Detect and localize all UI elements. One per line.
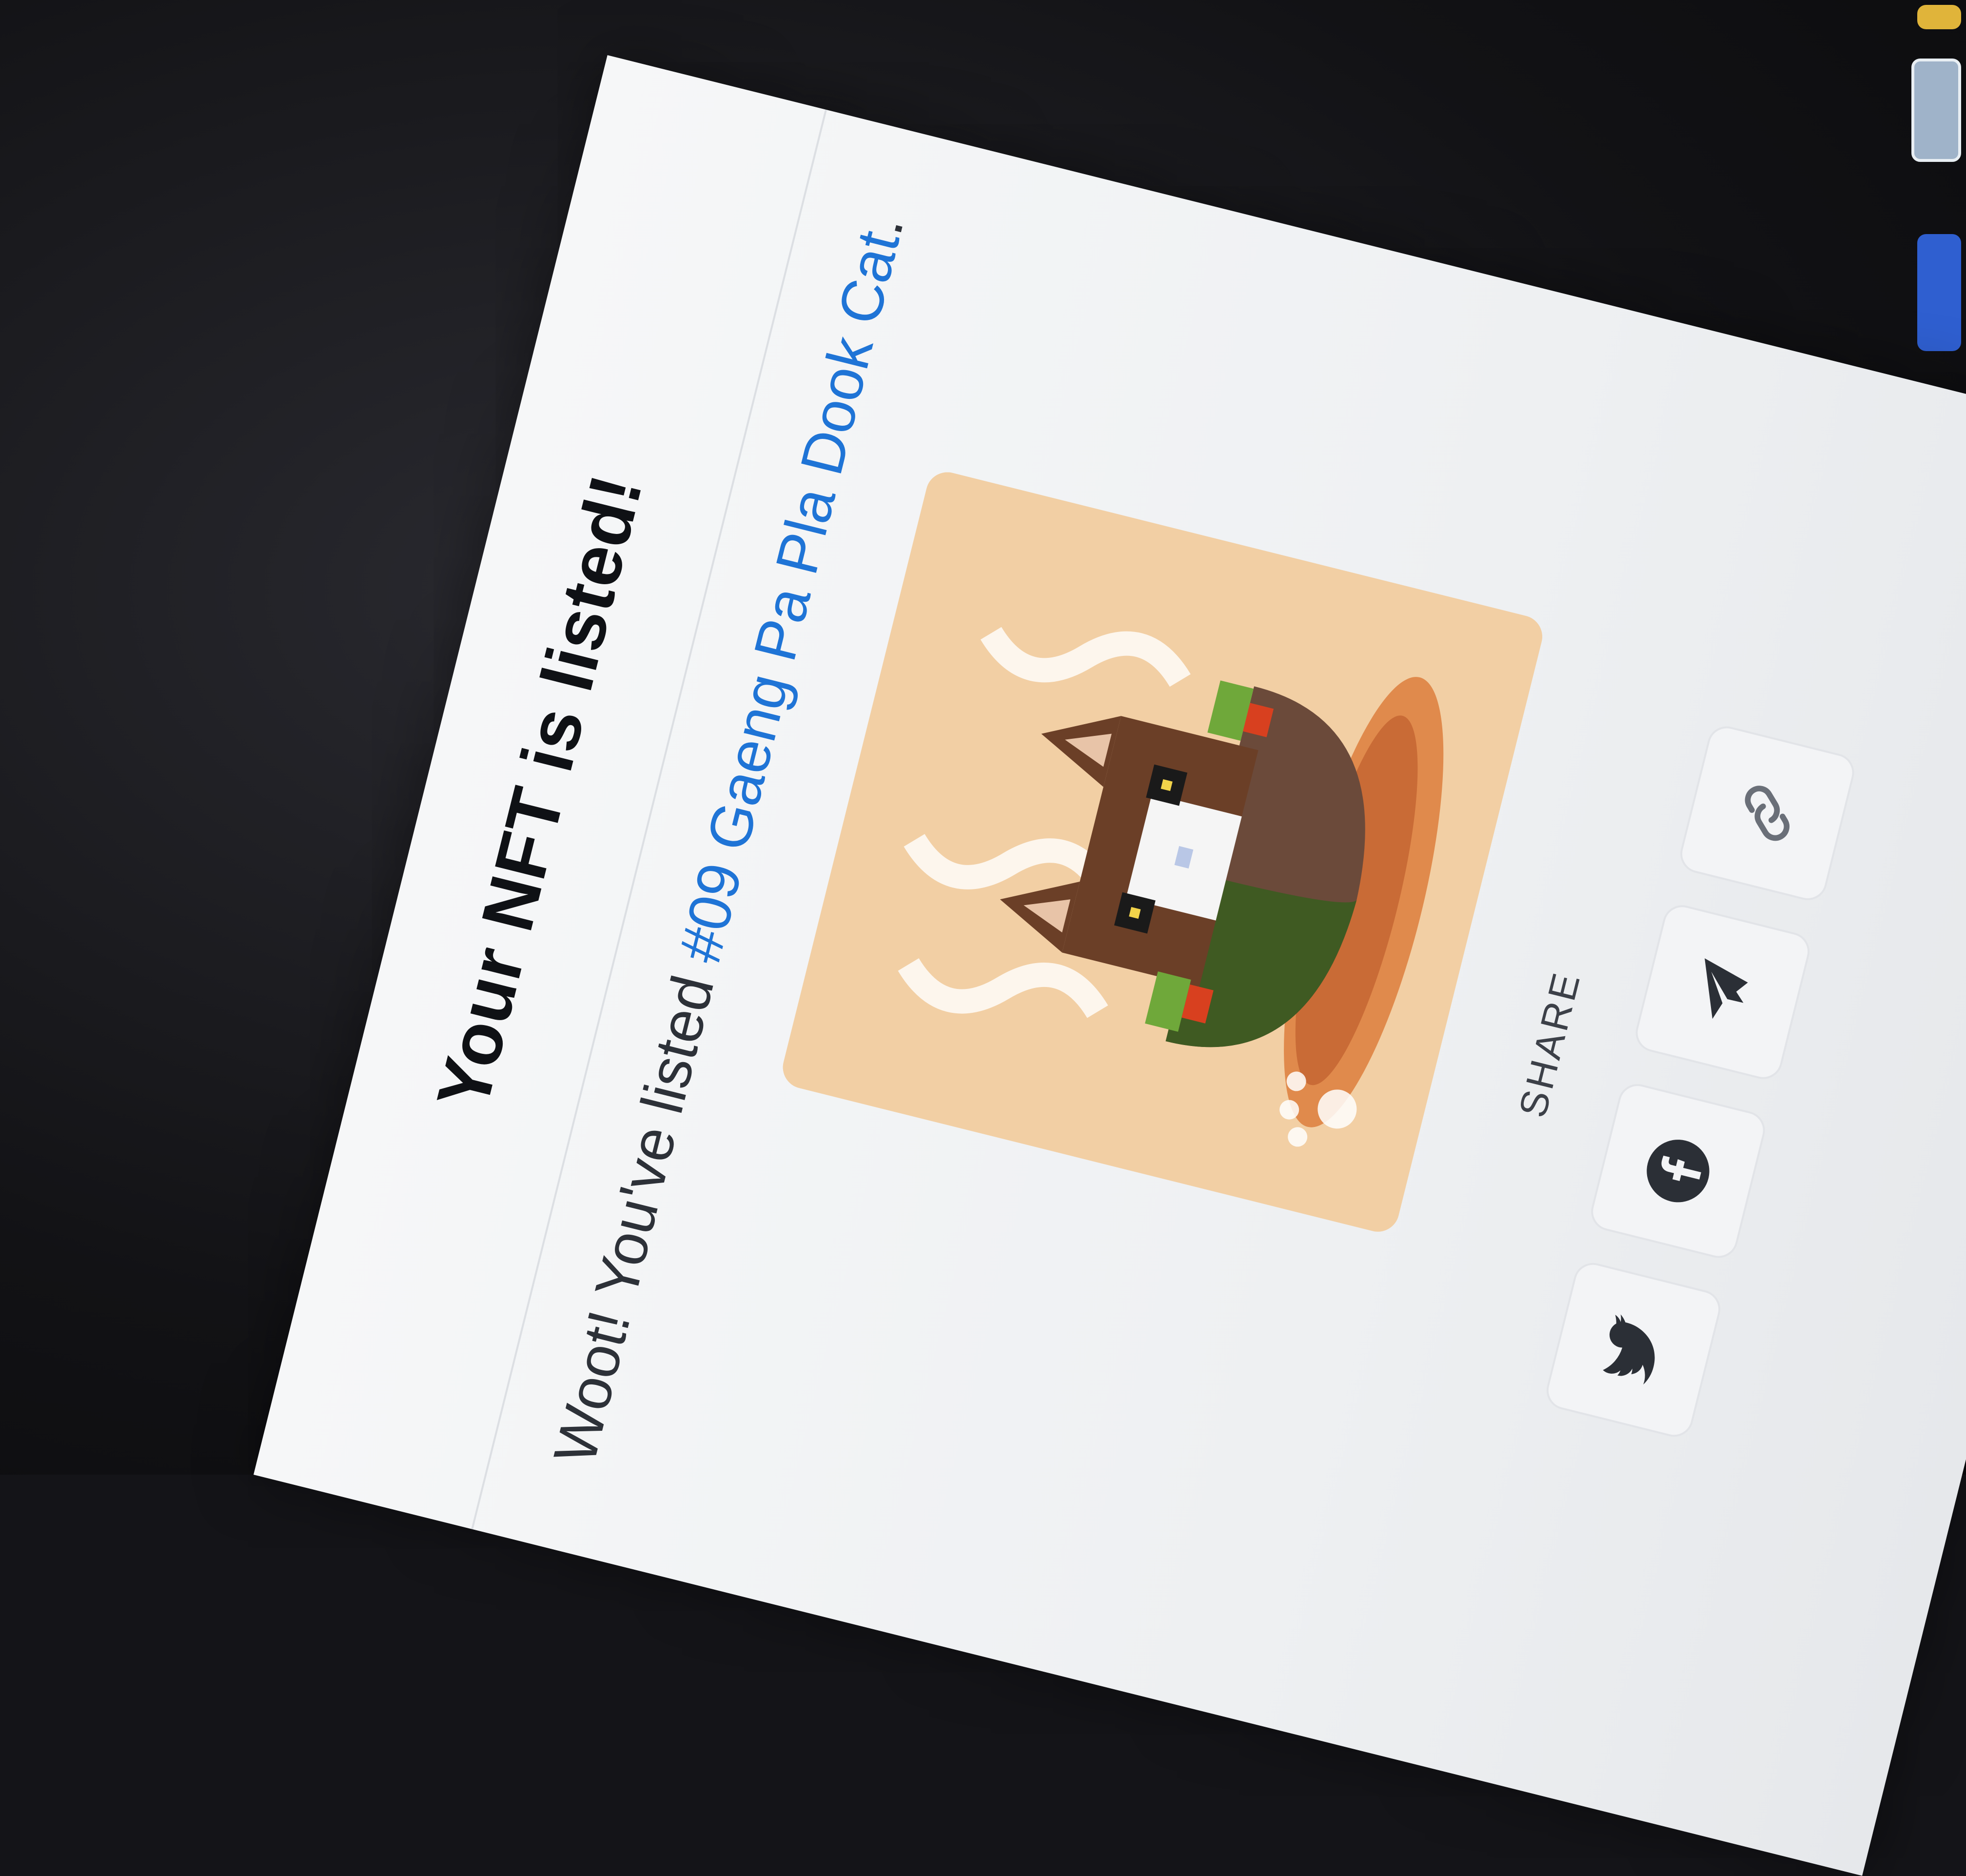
telegram-icon (1705, 958, 1748, 1019)
nft-pixel-art (778, 468, 1547, 1237)
dock-app-icon[interactable] (1917, 5, 1961, 29)
share-telegram-button[interactable] (1632, 901, 1814, 1084)
share-twitter-button[interactable] (1542, 1259, 1725, 1441)
nft-image (778, 468, 1547, 1237)
share-facebook-button[interactable] (1587, 1080, 1769, 1262)
dock-app-icon[interactable] (1911, 59, 1961, 162)
twitter-icon (1603, 1314, 1655, 1385)
link-icon (1745, 786, 1790, 841)
dock-app-icon[interactable] (1917, 234, 1961, 351)
dock-edge (1907, 0, 1966, 439)
facebook-icon (1647, 1140, 1710, 1203)
copy-link-button[interactable] (1676, 722, 1859, 905)
